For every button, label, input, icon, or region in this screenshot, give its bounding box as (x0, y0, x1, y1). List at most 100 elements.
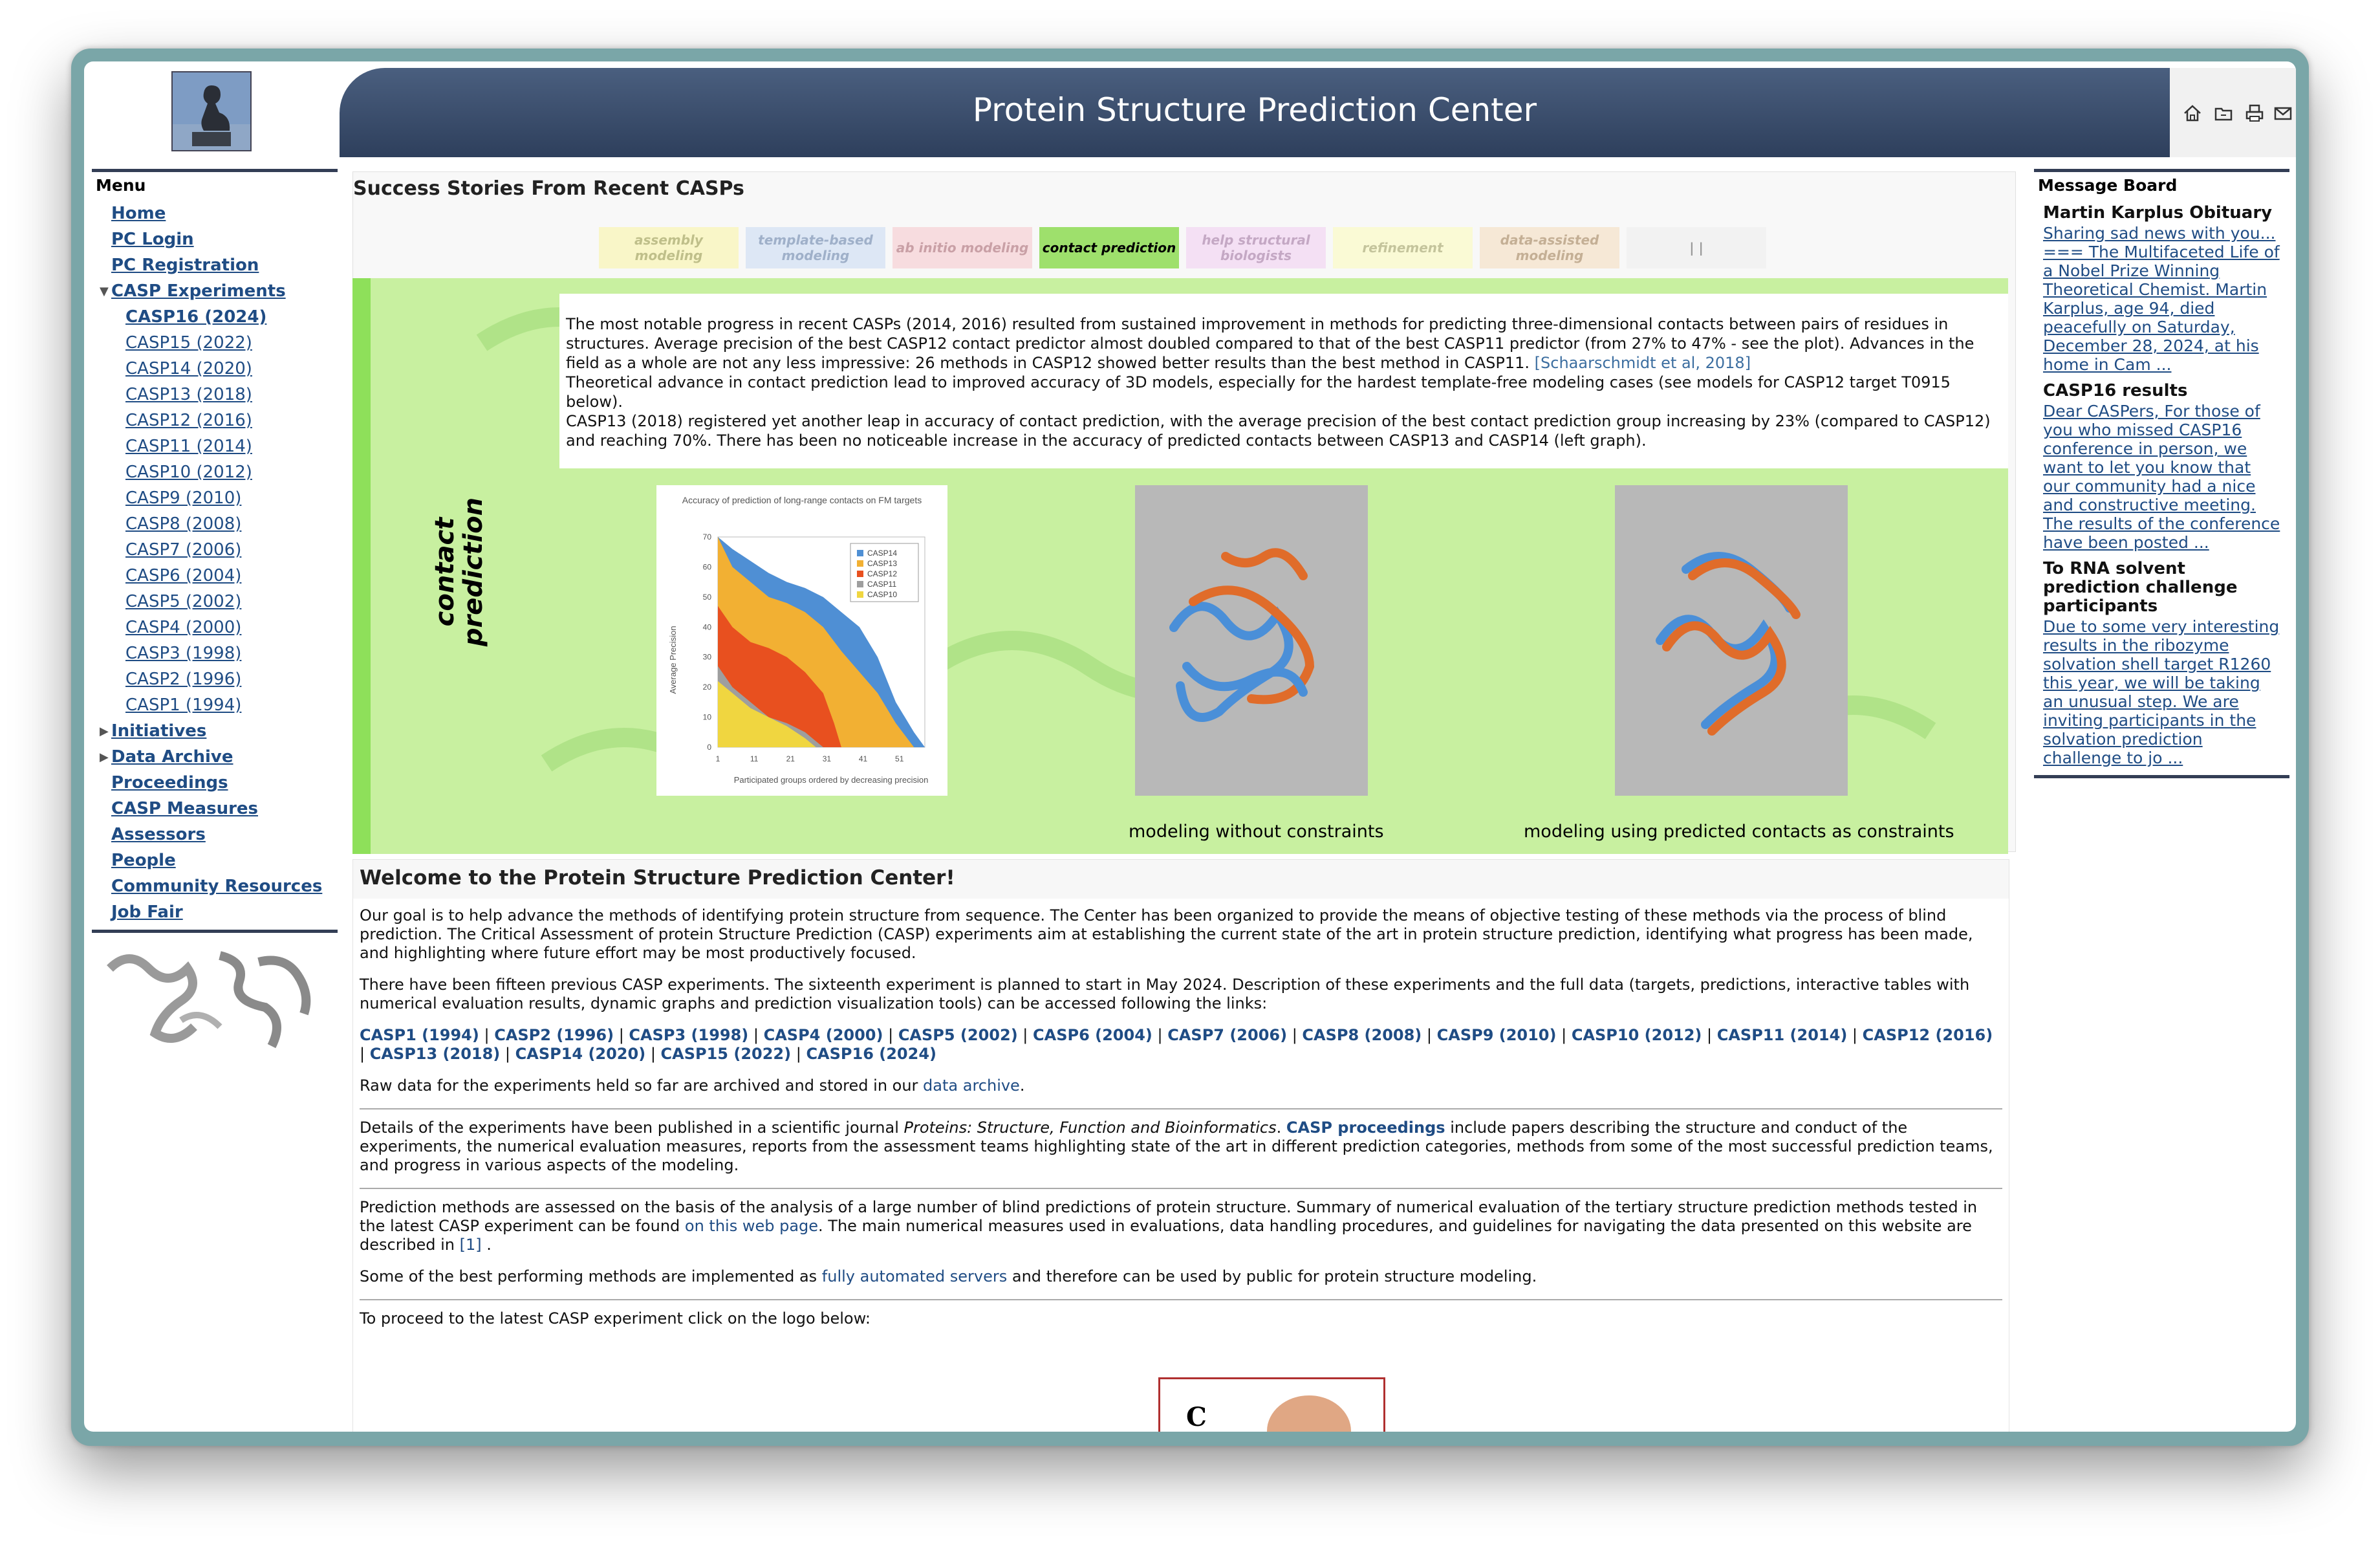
folder-icon[interactable] (2214, 104, 2233, 123)
legend-swatch (857, 571, 863, 577)
menu-item-casp16[interactable]: CASP16 (2024) (92, 309, 338, 326)
casp-link[interactable]: CASP3 (1998) (629, 1026, 748, 1044)
casp-link[interactable]: CASP8 (2008) (1302, 1026, 1422, 1044)
menu-item-casp4[interactable]: CASP4 (2000) (92, 619, 338, 637)
chart-ylabel: Average Precision (668, 626, 678, 694)
casp-link[interactable]: CASP10 (2012) (1572, 1026, 1702, 1044)
message-link[interactable]: Due to some very interesting results in … (2043, 617, 2280, 767)
x-tick-label: 21 (786, 754, 795, 763)
tab-help-structural-biologists[interactable]: help structural biologists (1186, 227, 1326, 268)
web-page-link[interactable]: on this web page (685, 1217, 818, 1235)
menu-item-casp12[interactable]: CASP12 (2016) (92, 412, 338, 430)
casp-link[interactable]: CASP13 (2018) (370, 1045, 501, 1063)
mail-icon[interactable] (2273, 104, 2293, 123)
menu-item-casp11[interactable]: CASP11 (2014) (92, 438, 338, 455)
casp-link[interactable]: CASP16 (2024) (806, 1045, 936, 1063)
menu-item-casp14[interactable]: CASP14 (2020) (92, 360, 338, 378)
legend-label: CASP13 (867, 559, 897, 568)
x-tick-label: 41 (859, 754, 868, 763)
message-link[interactable]: Sharing sad news with you... === The Mul… (2043, 224, 2280, 374)
link-separator: | (479, 1026, 495, 1044)
menu-item-casp9[interactable]: CASP9 (2010) (92, 490, 338, 507)
x-tick-label: 11 (750, 754, 759, 763)
menu-item-casp7[interactable]: CASP7 (2006) (92, 541, 338, 559)
message-title: To RNA solvent prediction challenge part… (2043, 559, 2238, 616)
casp-link[interactable]: CASP12 (2016) (1863, 1026, 1993, 1044)
tab-template-based-modeling[interactable]: template-based modeling (746, 227, 885, 268)
y-tick-label: 20 (703, 683, 712, 692)
reference-link[interactable]: [1] (460, 1236, 487, 1254)
menu-item-casp13[interactable]: CASP13 (2018) (92, 386, 338, 404)
menu-item-community-resources[interactable]: Community Resources (92, 878, 338, 895)
citation-link[interactable]: [Schaarschmidt et al, 2018] (1535, 354, 1751, 372)
expanded-triangle-icon[interactable]: ▼ (100, 283, 109, 300)
casp-link[interactable]: CASP2 (1996) (494, 1026, 614, 1044)
y-tick-label: 50 (703, 593, 712, 602)
publications-paragraph: Details of the experiments have been pub… (360, 1119, 1993, 1174)
casp-link[interactable]: CASP9 (2010) (1437, 1026, 1557, 1044)
link-separator: | (1556, 1026, 1572, 1044)
menu-item-initiatives[interactable]: ▶ Initiatives (92, 723, 338, 740)
thinker-logo[interactable] (171, 71, 252, 151)
link-separator: | (1702, 1026, 1717, 1044)
casp-proceedings-link[interactable]: CASP proceedings (1286, 1119, 1445, 1137)
tab-assembly-modeling[interactable]: assembly modeling (599, 227, 739, 268)
legend-swatch (857, 581, 863, 587)
menu-item-casp15[interactable]: CASP15 (2022) (92, 334, 338, 352)
menu-item-casp5[interactable]: CASP5 (2002) (92, 593, 338, 611)
menu-item-pc-login[interactable]: PC Login (92, 231, 338, 248)
casp-link[interactable]: CASP6 (2004) (1033, 1026, 1152, 1044)
tab-contact-prediction[interactable]: contact prediction (1039, 227, 1179, 268)
thinker-statue-image (173, 72, 250, 150)
menu-item-casp2[interactable]: CASP2 (1996) (92, 671, 338, 688)
section-title: Success Stories From Recent CASPs (353, 177, 744, 200)
tab-refinement[interactable]: refinement (1333, 227, 1473, 268)
casp-logo-graphic (1267, 1395, 1351, 1432)
menu-item-people[interactable]: People (92, 852, 338, 869)
link-separator: | (1847, 1026, 1863, 1044)
tab-[interactable]: | | (1627, 227, 1766, 268)
data-archive-link[interactable]: data archive (923, 1077, 1020, 1095)
home-icon[interactable] (2183, 104, 2202, 123)
casp-link[interactable]: CASP7 (2006) (1167, 1026, 1287, 1044)
servers-paragraph: Some of the best performing methods are … (360, 1267, 1537, 1285)
main-content: Success Stories From Recent CASPs assemb… (352, 171, 2099, 1432)
header-toolbar (2170, 68, 2296, 157)
menu-item-home[interactable]: Home (92, 205, 338, 223)
menu-item-proceedings[interactable]: Proceedings (92, 774, 338, 792)
automated-servers-link[interactable]: fully automated servers (822, 1267, 1007, 1285)
casp-link[interactable]: CASP15 (2022) (661, 1045, 792, 1063)
message-item[interactable]: CASP16 results Dear CASPers, For those o… (2043, 382, 2280, 552)
print-icon[interactable] (2245, 104, 2264, 123)
menu-item-casp3[interactable]: CASP3 (1998) (92, 645, 338, 662)
message-title: Martin Karplus Obituary (2043, 203, 2273, 223)
message-link[interactable]: Dear CASPers, For those of you who misse… (2043, 402, 2280, 552)
tab-ab-initio-modeling[interactable]: ab initio modeling (892, 227, 1032, 268)
legend-swatch (857, 560, 863, 567)
collapsed-triangle-icon[interactable]: ▶ (100, 723, 109, 740)
menu-item-casp1[interactable]: CASP1 (1994) (92, 697, 338, 714)
casp-link[interactable]: CASP4 (2000) (764, 1026, 883, 1044)
tab-data-assisted-modeling[interactable]: data-assisted modeling (1480, 227, 1619, 268)
menu-item-casp8[interactable]: CASP8 (2008) (92, 516, 338, 533)
menu-item-casp10[interactable]: CASP10 (2012) (92, 464, 338, 481)
menu-item-job-fair[interactable]: Job Fair (92, 904, 338, 921)
menu-item-casp6[interactable]: CASP6 (2004) (92, 567, 338, 585)
menu-item-casp-measures[interactable]: CASP Measures (92, 800, 338, 818)
legend-swatch (857, 550, 863, 556)
message-item[interactable]: Martin Karplus Obituary Sharing sad news… (2043, 204, 2280, 374)
casp-link[interactable]: CASP5 (2002) (898, 1026, 1018, 1044)
menu-item-assessors[interactable]: Assessors (92, 826, 338, 844)
menu-item-data-archive[interactable]: ▶ Data Archive (92, 749, 338, 766)
menu-item-pc-registration[interactable]: PC Registration (92, 257, 338, 274)
menu-divider (92, 930, 338, 933)
message-item[interactable]: To RNA solvent prediction challenge part… (2043, 560, 2280, 767)
casp-link[interactable]: CASP14 (2020) (515, 1045, 646, 1063)
casp-link[interactable]: CASP1 (1994) (360, 1026, 479, 1044)
menu-item-casp-experiments[interactable]: ▼ CASP Experiments (92, 283, 338, 300)
assessment-paragraph: Prediction methods are assessed on the b… (360, 1198, 1978, 1254)
casp16-logo[interactable]: C (1158, 1377, 1385, 1432)
collapsed-triangle-icon[interactable]: ▶ (100, 749, 109, 766)
casp-link[interactable]: CASP11 (2014) (1717, 1026, 1848, 1044)
legend-swatch (857, 591, 863, 598)
